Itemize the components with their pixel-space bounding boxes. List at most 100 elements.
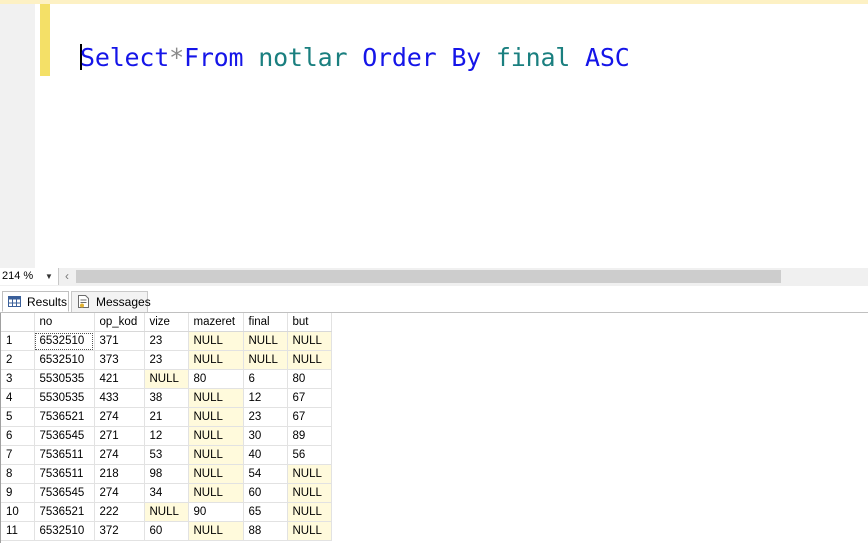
grid-cell[interactable]: 271 [94, 426, 145, 446]
table-row[interactable]: 10 7536521 222 NULL 90 65 NULL [1, 502, 332, 522]
horizontal-scrollbar-thumb[interactable] [76, 270, 781, 283]
grid-cell[interactable]: NULL [188, 483, 244, 503]
table-row[interactable]: 9 7536545 274 34 NULL 60 NULL [1, 483, 332, 503]
zoom-dropdown[interactable]: 214 % ▼ [0, 268, 59, 285]
grid-cell[interactable]: NULL [188, 445, 244, 465]
grid-cell[interactable]: 433 [94, 388, 145, 408]
grid-cell[interactable]: NULL [144, 369, 189, 389]
grid-cell[interactable]: 67 [287, 407, 332, 427]
table-row[interactable]: 7 7536511 274 53 NULL 40 56 [1, 445, 332, 465]
table-row[interactable]: 2 6532510 373 23 NULL NULL NULL [1, 350, 332, 370]
column-header[interactable]: op_kod [94, 313, 145, 332]
grid-cell[interactable]: 98 [144, 464, 189, 484]
grid-cell[interactable]: 54 [243, 464, 288, 484]
row-number[interactable]: 1 [1, 331, 35, 351]
grid-cell[interactable]: 60 [243, 483, 288, 503]
row-number[interactable]: 5 [1, 407, 35, 427]
grid-cell[interactable]: 7536511 [34, 445, 95, 465]
corner-cell[interactable] [1, 313, 35, 332]
grid-cell[interactable]: 421 [94, 369, 145, 389]
grid-cell[interactable]: 88 [243, 521, 288, 541]
grid-cell[interactable]: 7536545 [34, 426, 95, 446]
grid-cell[interactable]: 12 [144, 426, 189, 446]
grid-cell[interactable]: NULL [243, 350, 288, 370]
grid-cell[interactable]: 65 [243, 502, 288, 522]
grid-cell[interactable]: 30 [243, 426, 288, 446]
grid-cell[interactable]: 371 [94, 331, 145, 351]
grid-cell[interactable]: 23 [144, 331, 189, 351]
grid-cell[interactable]: NULL [188, 388, 244, 408]
grid-cell[interactable]: NULL [287, 464, 332, 484]
table-row[interactable]: 8 7536511 218 98 NULL 54 NULL [1, 464, 332, 484]
grid-cell[interactable]: NULL [243, 331, 288, 351]
grid-cell[interactable]: NULL [287, 350, 332, 370]
grid-cell[interactable]: 6532510 [34, 521, 95, 541]
table-row[interactable]: 4 5530535 433 38 NULL 12 67 [1, 388, 332, 408]
grid-cell[interactable]: 7536521 [34, 407, 95, 427]
grid-cell[interactable]: NULL [287, 502, 332, 522]
grid-cell[interactable]: 40 [243, 445, 288, 465]
grid-cell[interactable]: 5530535 [34, 369, 95, 389]
grid-cell[interactable]: 53 [144, 445, 189, 465]
row-number[interactable]: 11 [1, 521, 35, 541]
grid-cell[interactable]: NULL [188, 407, 244, 427]
grid-cell[interactable]: 80 [188, 369, 244, 389]
table-row[interactable]: 6 7536545 271 12 NULL 30 89 [1, 426, 332, 446]
grid-cell[interactable]: NULL [188, 331, 244, 351]
grid-cell[interactable]: 6532510 [34, 350, 95, 370]
grid-cell[interactable]: 218 [94, 464, 145, 484]
row-number[interactable]: 3 [1, 369, 35, 389]
grid-cell[interactable]: 274 [94, 483, 145, 503]
grid-cell[interactable]: 372 [94, 521, 145, 541]
scroll-left-arrow-icon[interactable]: ‹ [60, 268, 74, 285]
column-header[interactable]: vize [144, 313, 189, 332]
row-number[interactable]: 7 [1, 445, 35, 465]
grid-cell[interactable]: 7536521 [34, 502, 95, 522]
row-number[interactable]: 10 [1, 502, 35, 522]
grid-cell[interactable]: NULL [144, 502, 189, 522]
row-number[interactable]: 6 [1, 426, 35, 446]
query-editor[interactable]: Select*From notlar Order By final ASC [0, 4, 868, 268]
row-number[interactable]: 8 [1, 464, 35, 484]
grid-cell[interactable]: NULL [188, 350, 244, 370]
grid-cell[interactable]: 274 [94, 407, 145, 427]
grid-cell[interactable]: 6 [243, 369, 288, 389]
row-number[interactable]: 2 [1, 350, 35, 370]
column-header[interactable]: no [34, 313, 95, 332]
grid-cell[interactable]: NULL [188, 426, 244, 446]
column-header[interactable]: mazeret [188, 313, 244, 332]
grid-cell[interactable]: 89 [287, 426, 332, 446]
column-header[interactable]: final [243, 313, 288, 332]
grid-cell[interactable]: 5530535 [34, 388, 95, 408]
grid-cell[interactable]: 23 [243, 407, 288, 427]
tab-messages[interactable]: Messages [71, 291, 151, 312]
grid-cell[interactable]: 222 [94, 502, 145, 522]
query-text[interactable]: Select*From notlar Order By final ASC [80, 42, 630, 74]
grid-cell[interactable]: NULL [287, 331, 332, 351]
row-number[interactable]: 4 [1, 388, 35, 408]
grid-cell[interactable]: 56 [287, 445, 332, 465]
grid-cell[interactable]: 60 [144, 521, 189, 541]
grid-cell[interactable]: NULL [287, 483, 332, 503]
grid-cell[interactable]: 7536511 [34, 464, 95, 484]
grid-cell[interactable]: 80 [287, 369, 332, 389]
grid-cell[interactable]: 34 [144, 483, 189, 503]
grid-cell[interactable]: NULL [188, 521, 244, 541]
tab-results[interactable]: Results [2, 291, 69, 312]
column-header[interactable]: but [287, 313, 332, 332]
grid-cell[interactable]: 373 [94, 350, 145, 370]
grid-cell[interactable]: NULL [287, 521, 332, 541]
grid-cell[interactable]: 38 [144, 388, 189, 408]
grid-cell[interactable]: 21 [144, 407, 189, 427]
grid-cell[interactable]: 12 [243, 388, 288, 408]
grid-cell[interactable]: 23 [144, 350, 189, 370]
grid-cell[interactable]: 67 [287, 388, 332, 408]
grid-cell[interactable]: 274 [94, 445, 145, 465]
table-row[interactable]: 1 6532510 371 23 NULL NULL NULL [1, 331, 332, 351]
table-row[interactable]: 3 5530535 421 NULL 80 6 80 [1, 369, 332, 389]
grid-cell[interactable]: 90 [188, 502, 244, 522]
table-row[interactable]: 5 7536521 274 21 NULL 23 67 [1, 407, 332, 427]
grid-cell[interactable]: NULL [188, 464, 244, 484]
grid-cell[interactable]: 6532510 [34, 331, 95, 351]
table-row[interactable]: 11 6532510 372 60 NULL 88 NULL [1, 521, 332, 541]
